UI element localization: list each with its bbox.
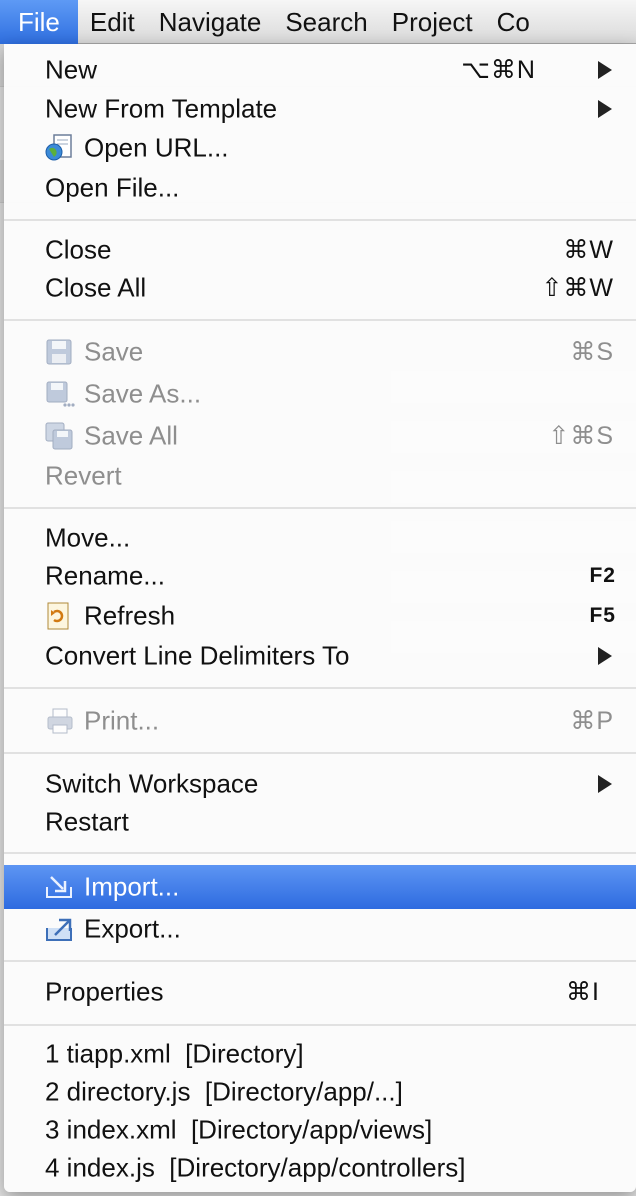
shortcut: F2 — [589, 564, 616, 587]
menu-item-label: Close All — [45, 272, 147, 303]
shortcut: F5 — [589, 604, 616, 627]
shortcut: ⌘W — [563, 236, 614, 264]
menu-item-properties[interactable]: Properties ⌘I — [4, 972, 636, 1012]
import-icon — [45, 873, 75, 901]
menu-item-restart[interactable]: Restart — [4, 802, 636, 842]
file-menu-dropdown: New ⌥⌘N New From Template Open URL... Op… — [4, 44, 636, 1192]
submenu-arrow-icon — [598, 775, 612, 793]
menu-item-label: Switch Workspace — [45, 768, 259, 799]
shortcut: ⇧⌘S — [548, 422, 614, 450]
menu-item-move[interactable]: Move... — [4, 518, 636, 558]
menu-item-label: Close — [45, 234, 112, 265]
floppy-disks-icon — [45, 422, 75, 450]
floppy-disk-dots-icon — [45, 380, 75, 408]
printer-icon — [45, 707, 75, 735]
menu-item-label: Refresh — [84, 600, 176, 631]
menu-co[interactable]: Co — [485, 0, 542, 44]
menu-item-label: Open URL... — [84, 132, 229, 163]
menu-project[interactable]: Project — [380, 0, 485, 44]
menu-separator — [4, 507, 636, 509]
floppy-disk-icon — [45, 338, 75, 366]
recent-file-item[interactable]: 1 tiapp.xml [Directory] — [4, 1034, 636, 1074]
menu-separator — [4, 219, 636, 221]
menu-item-label: Save — [84, 336, 144, 367]
menu-item-label: Export... — [84, 913, 181, 944]
shortcut: ⌘S — [570, 338, 614, 366]
menu-item-import[interactable]: Import... — [4, 865, 636, 909]
menu-item-print[interactable]: Print... ⌘P — [4, 701, 636, 741]
shortcut: ⌘P — [570, 707, 614, 735]
export-icon — [45, 915, 75, 943]
menu-item-label: Convert Line Delimiters To — [45, 640, 350, 671]
menu-bar: File Edit Navigate Search Project Co — [0, 0, 636, 44]
menu-item-save[interactable]: Save ⌘S — [4, 332, 636, 372]
menu-search[interactable]: Search — [273, 0, 379, 44]
menu-item-label: Save All — [84, 420, 178, 451]
menu-separator — [4, 852, 636, 854]
menu-item-close-all[interactable]: Close All ⇧⌘W — [4, 268, 636, 308]
menu-separator — [4, 960, 636, 962]
shortcut: ⌘I — [566, 978, 600, 1006]
menu-item-revert[interactable]: Revert — [4, 456, 636, 496]
menu-item-label: Print... — [84, 705, 160, 736]
menu-item-refresh[interactable]: Refresh F5 — [4, 596, 636, 636]
menu-item-label: Restart — [45, 806, 129, 837]
recent-file-item[interactable]: 4 index.js [Directory/app/controllers] — [4, 1148, 636, 1188]
menu-item-save-as[interactable]: Save As... — [4, 374, 636, 414]
menu-item-save-all[interactable]: Save All ⇧⌘S — [4, 416, 636, 456]
recent-file-item[interactable]: 2 directory.js [Directory/app/...] — [4, 1072, 636, 1112]
menu-item-label: Move... — [45, 522, 131, 553]
menu-separator — [4, 687, 636, 689]
menu-item-label: 3 index.xml [Directory/app/views] — [45, 1114, 433, 1145]
menu-item-label: Import... — [84, 871, 180, 902]
menu-item-new-from-template[interactable]: New From Template — [4, 89, 636, 129]
menu-item-new[interactable]: New ⌥⌘N — [4, 50, 636, 90]
menu-item-open-file[interactable]: Open File... — [4, 168, 636, 208]
menu-item-label: Rename... — [45, 560, 165, 591]
menu-item-label: New — [45, 54, 98, 85]
shortcut: ⌥⌘N — [461, 56, 536, 84]
menu-separator — [4, 752, 636, 754]
menu-item-convert-line-delimiters[interactable]: Convert Line Delimiters To — [4, 636, 636, 676]
submenu-arrow-icon — [598, 100, 612, 118]
refresh-icon — [45, 602, 75, 630]
menu-item-close[interactable]: Close ⌘W — [4, 230, 636, 270]
recent-file-item[interactable]: 3 index.xml [Directory/app/views] — [4, 1110, 636, 1150]
menu-item-label: Open File... — [45, 172, 180, 203]
menu-item-label: Save As... — [84, 378, 202, 409]
menu-item-export[interactable]: Export... — [4, 909, 636, 949]
menu-item-open-url[interactable]: Open URL... — [4, 128, 636, 168]
submenu-arrow-icon — [598, 61, 612, 79]
menu-item-label: New From Template — [45, 93, 278, 124]
shortcut: ⇧⌘W — [541, 274, 614, 302]
menu-file[interactable]: File — [0, 0, 78, 44]
menu-item-label: 2 directory.js [Directory/app/...] — [45, 1076, 403, 1107]
menu-item-rename[interactable]: Rename... F2 — [4, 556, 636, 596]
menu-item-label: Properties — [45, 976, 164, 1007]
menu-edit[interactable]: Edit — [78, 0, 147, 44]
globe-document-icon — [45, 134, 75, 162]
submenu-arrow-icon — [598, 647, 612, 665]
menu-navigate[interactable]: Navigate — [147, 0, 274, 44]
menu-item-label: Revert — [45, 460, 122, 491]
menu-separator — [4, 1024, 636, 1026]
menu-item-label: 1 tiapp.xml [Directory] — [45, 1038, 304, 1069]
menu-separator — [4, 319, 636, 321]
menu-item-label: 4 index.js [Directory/app/controllers] — [45, 1152, 466, 1183]
menu-item-switch-workspace[interactable]: Switch Workspace — [4, 764, 636, 804]
